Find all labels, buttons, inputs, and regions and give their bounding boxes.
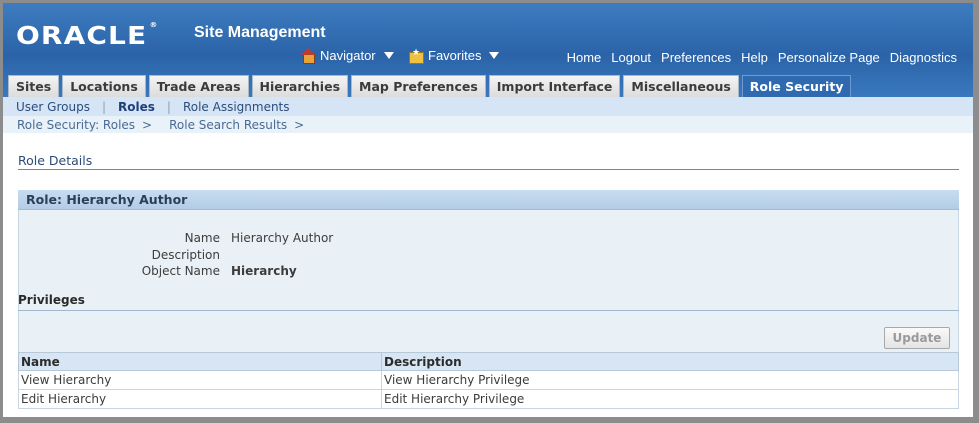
app-window: ORACLE® Site Management Navigator Favori… xyxy=(3,3,973,417)
table-row[interactable]: Edit Hierarchy Edit Hierarchy Privilege xyxy=(18,389,959,409)
name-label: Name xyxy=(184,231,220,245)
table-header-row: Name Description xyxy=(18,352,959,371)
breadcrumb-roles[interactable]: Role Security: Roles xyxy=(17,118,135,132)
tab-import-interface[interactable]: Import Interface xyxy=(488,75,621,97)
favorites-icon xyxy=(409,47,424,64)
tab-hierarchies[interactable]: Hierarchies xyxy=(251,75,349,97)
navigator-label: Navigator xyxy=(320,48,376,63)
privilege-name-cell: View Hierarchy xyxy=(18,370,382,390)
page-title: Role Details xyxy=(18,153,959,170)
privileges-header: Privileges xyxy=(18,293,959,311)
table-row[interactable]: View Hierarchy View Hierarchy Privilege xyxy=(18,370,959,390)
column-header-description[interactable]: Description xyxy=(381,352,959,371)
home-link[interactable]: Home xyxy=(567,50,602,65)
subnav-separator: | xyxy=(166,99,171,114)
subnav-user-groups[interactable]: User Groups xyxy=(16,100,90,114)
chevron-down-icon xyxy=(489,52,500,59)
privileges-table: Name Description View Hierarchy View Hie… xyxy=(18,352,959,409)
privilege-name-cell: Edit Hierarchy xyxy=(18,389,382,409)
tab-bar: Sites Locations Trade Areas Hierarchies … xyxy=(8,75,852,97)
tab-miscellaneous[interactable]: Miscellaneous xyxy=(623,75,739,97)
role-region-header: Role: Hierarchy Author xyxy=(18,190,959,210)
tab-trade-areas[interactable]: Trade Areas xyxy=(148,75,249,97)
name-value: Hierarchy Author xyxy=(231,231,334,245)
column-header-name[interactable]: Name xyxy=(18,352,382,371)
logout-link[interactable]: Logout xyxy=(611,50,651,65)
breadcrumb: Role Security: Roles > Role Search Resul… xyxy=(3,116,973,133)
global-header: ORACLE® Site Management Navigator Favori… xyxy=(3,3,973,98)
breadcrumb-separator: > xyxy=(294,117,305,132)
tab-map-preferences[interactable]: Map Preferences xyxy=(351,75,486,97)
subnav-separator: | xyxy=(101,99,106,114)
oracle-logo: ORACLE ® xyxy=(16,21,159,50)
preferences-link[interactable]: Preferences xyxy=(661,50,731,65)
app-title: Site Management xyxy=(194,24,326,41)
object-name-label: Object Name xyxy=(141,264,220,278)
sub-navigation: User Groups | Roles | Role Assignments xyxy=(3,97,973,116)
breadcrumb-search-results[interactable]: Role Search Results xyxy=(169,118,287,132)
chevron-down-icon xyxy=(383,52,394,59)
logo-text: ORACLE xyxy=(16,21,148,50)
navigator-menu[interactable]: Navigator xyxy=(301,47,394,64)
global-links: Home Logout Preferences Help Personalize… xyxy=(567,50,957,65)
update-button[interactable]: Update xyxy=(884,327,950,349)
personalize-page-link[interactable]: Personalize Page xyxy=(778,50,880,65)
breadcrumb-separator: > xyxy=(142,117,153,132)
favorites-label: Favorites xyxy=(428,48,482,63)
help-link[interactable]: Help xyxy=(741,50,768,65)
privilege-description-cell: Edit Hierarchy Privilege xyxy=(381,389,959,409)
favorites-menu[interactable]: Favorites xyxy=(409,47,500,64)
privilege-description-cell: View Hierarchy Privilege xyxy=(381,370,959,390)
subnav-roles[interactable]: Roles xyxy=(118,100,155,114)
home-icon xyxy=(301,47,315,64)
diagnostics-link[interactable]: Diagnostics xyxy=(890,50,957,65)
object-name-value: Hierarchy xyxy=(231,264,297,278)
tab-sites[interactable]: Sites xyxy=(8,75,60,97)
tab-role-security[interactable]: Role Security xyxy=(741,75,852,97)
description-label: Description xyxy=(151,248,220,262)
subnav-role-assignments[interactable]: Role Assignments xyxy=(183,100,290,114)
tab-locations[interactable]: Locations xyxy=(62,75,146,97)
